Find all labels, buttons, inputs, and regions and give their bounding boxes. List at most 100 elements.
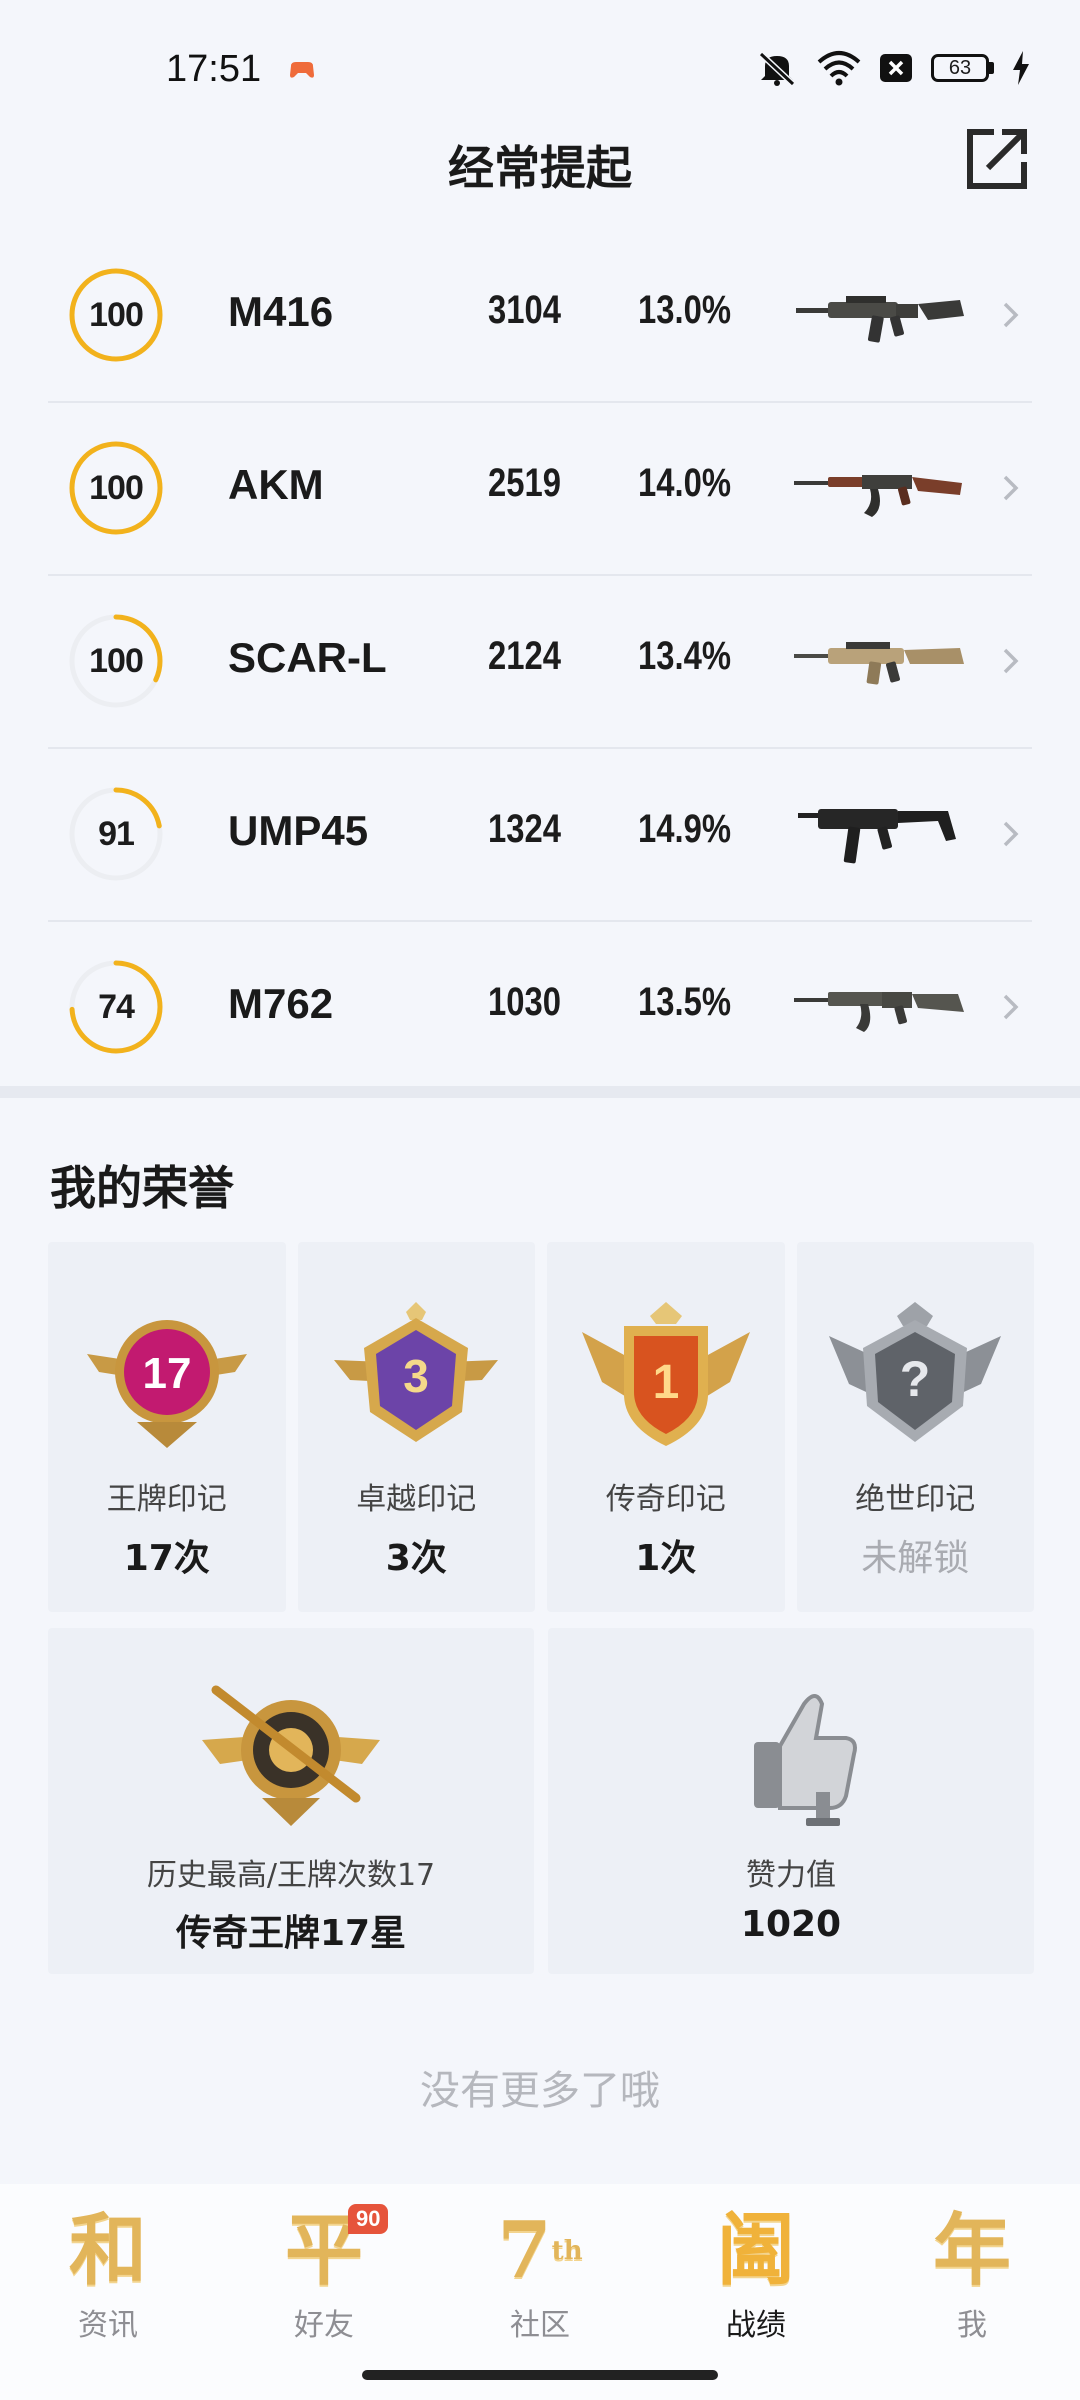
share-external-icon[interactable] — [964, 126, 1030, 192]
bottom-nav: 和 资讯 平 90 好友 7th 社区 阖 战绩 年 我 — [0, 2184, 1080, 2400]
highest-rank-label: 历史最高/王牌次数17 — [146, 1858, 436, 1893]
weapon-count: 3104 — [488, 288, 561, 332]
weapon-rate: 14.9% — [638, 807, 732, 851]
honor-card-ace[interactable]: 17 王牌印记 17次 — [48, 1242, 286, 1612]
thumbs-up-icon — [754, 1694, 857, 1826]
weapon-count: 2124 — [488, 634, 561, 678]
mastery-score: 100 — [89, 296, 144, 334]
weapon-row[interactable]: 91 UMP45 1324 14.9% — [48, 749, 1032, 922]
chevron-right-icon — [1003, 475, 1019, 501]
friends-count-badge: 90 — [348, 2204, 389, 2234]
honor-badges: 17 王牌印记 17次 3 卓越印记 3次 1 传奇印记 1次 ? 绝世印记 未… — [48, 1242, 1034, 1612]
nav-label: 我 — [957, 2308, 987, 2343]
weapon-name: M762 — [228, 980, 334, 1027]
rank-emblem-icon — [202, 1685, 380, 1826]
badge-number: ? — [900, 1351, 931, 1407]
highest-rank-card[interactable]: 历史最高/王牌次数17 传奇王牌17星 — [48, 1628, 534, 1974]
chevron-right-icon — [1003, 302, 1019, 328]
badge-number: 3 — [403, 1350, 429, 1402]
weapon-name: UMP45 — [228, 807, 369, 854]
me-icon: 年 — [932, 2205, 1012, 2296]
charging-icon — [1013, 51, 1029, 85]
mastery-score: 100 — [89, 469, 144, 507]
mastery-score: 91 — [98, 815, 135, 853]
locked-badge-icon: ? — [829, 1302, 1002, 1442]
nav-item-me[interactable]: 年 我 — [864, 2184, 1080, 2400]
battery-icon: 63 — [931, 54, 994, 82]
mastery-score: 74 — [98, 988, 135, 1026]
honor-label: 绝世印记 — [855, 1482, 976, 1517]
honor-summary: 历史最高/王牌次数17 传奇王牌17星 赞力值 1020 — [48, 1628, 1034, 1974]
akm-rifle-icon — [794, 475, 962, 517]
likes-card[interactable]: 赞力值 1020 — [548, 1628, 1034, 1974]
nav-item-records[interactable]: 阖 战绩 — [648, 2184, 864, 2400]
highest-rank-value: 传奇王牌17星 — [175, 1913, 407, 1954]
scar-l-rifle-icon — [794, 642, 964, 685]
nav-item-news[interactable]: 和 资讯 — [0, 2184, 216, 2400]
news-icon: 和 — [68, 2205, 148, 2296]
honor-value: 未解锁 — [861, 1538, 970, 1579]
honor-label: 传奇印记 — [605, 1482, 726, 1517]
chevron-right-icon — [1003, 994, 1019, 1020]
nav-label: 资讯 — [78, 2308, 138, 2343]
nav-item-community[interactable]: 7th 社区 — [432, 2184, 648, 2400]
weapon-count: 1030 — [488, 980, 561, 1024]
likes-value: 1020 — [740, 1904, 842, 1945]
honor-value: 1次 — [635, 1538, 697, 1579]
community-icon: 7th — [497, 2206, 582, 2296]
end-of-list-text: 没有更多了哦 — [420, 2068, 660, 2114]
weapon-row[interactable]: 100 M416 3104 13.0% — [48, 230, 1032, 403]
community-glyph-suffix: th — [551, 2236, 583, 2266]
mute-icon — [758, 51, 796, 86]
nav-item-friends[interactable]: 平 90 好友 — [216, 2184, 432, 2400]
weapon-row[interactable]: 100 AKM 2519 14.0% — [48, 403, 1032, 576]
weapon-name: SCAR-L — [228, 634, 387, 681]
records-icon: 阖 — [716, 2205, 796, 2296]
weapon-rate: 13.4% — [638, 634, 732, 678]
weapon-count: 1324 — [488, 807, 561, 851]
weapon-rate: 13.5% — [638, 980, 732, 1024]
chevron-right-icon — [1003, 648, 1019, 674]
honor-card-legend[interactable]: 1 传奇印记 1次 — [547, 1242, 785, 1612]
honor-card-excellence[interactable]: 3 卓越印记 3次 — [297, 1242, 535, 1612]
ace-badge-icon: 17 — [86, 1320, 247, 1448]
legend-badge-icon: 1 — [581, 1302, 750, 1446]
nav-label: 好友 — [294, 2308, 354, 2343]
weapon-rate: 14.0% — [638, 461, 732, 505]
weapon-name: M416 — [228, 288, 334, 335]
community-glyph: 7 — [497, 2205, 552, 2296]
page-title: 经常提起 — [448, 141, 632, 195]
nav-label: 战绩 — [726, 2308, 786, 2343]
honor-value: 3次 — [385, 1538, 447, 1579]
honor-label: 卓越印记 — [356, 1482, 477, 1517]
badge-number: 1 — [652, 1356, 679, 1409]
section-divider — [0, 1086, 1080, 1098]
status-time: 17:51 — [166, 48, 262, 90]
page-header: 经常提起 — [0, 120, 1080, 230]
badge-number: 17 — [142, 1349, 191, 1398]
weapon-rate: 13.0% — [638, 288, 732, 332]
status-bar: 17:51 63 — [0, 0, 1080, 120]
honor-label: 王牌印记 — [106, 1482, 227, 1517]
honor-value: 17次 — [123, 1538, 210, 1579]
battery-level: 63 — [931, 54, 989, 82]
ump45-smg-icon — [798, 809, 956, 864]
honor-card-peerless[interactable]: ? 绝世印记 未解锁 — [796, 1242, 1034, 1612]
wifi-icon — [817, 51, 861, 86]
mastery-score: 100 — [89, 642, 144, 680]
m762-rifle-icon — [794, 992, 964, 1032]
weapon-row[interactable]: 100 SCAR-L 2124 13.4% — [48, 576, 1032, 749]
excellence-badge-icon: 3 — [334, 1302, 499, 1442]
weapon-count: 2519 — [488, 461, 561, 505]
weapon-list: 100 M416 3104 13.0% 100 AKM 2519 14.0% 1… — [48, 230, 1032, 1093]
home-indicator[interactable] — [362, 2370, 718, 2380]
nav-label: 社区 — [510, 2308, 570, 2343]
likes-label: 赞力值 — [746, 1858, 836, 1893]
weapon-name: AKM — [228, 461, 324, 508]
close-box-icon — [880, 54, 912, 82]
game-app-icon — [290, 62, 314, 78]
chevron-right-icon — [1003, 821, 1019, 847]
m416-rifle-icon — [796, 296, 964, 343]
weapon-row[interactable]: 74 M762 1030 13.5% — [48, 922, 1032, 1093]
honors-title: 我的荣誉 — [50, 1161, 234, 1215]
